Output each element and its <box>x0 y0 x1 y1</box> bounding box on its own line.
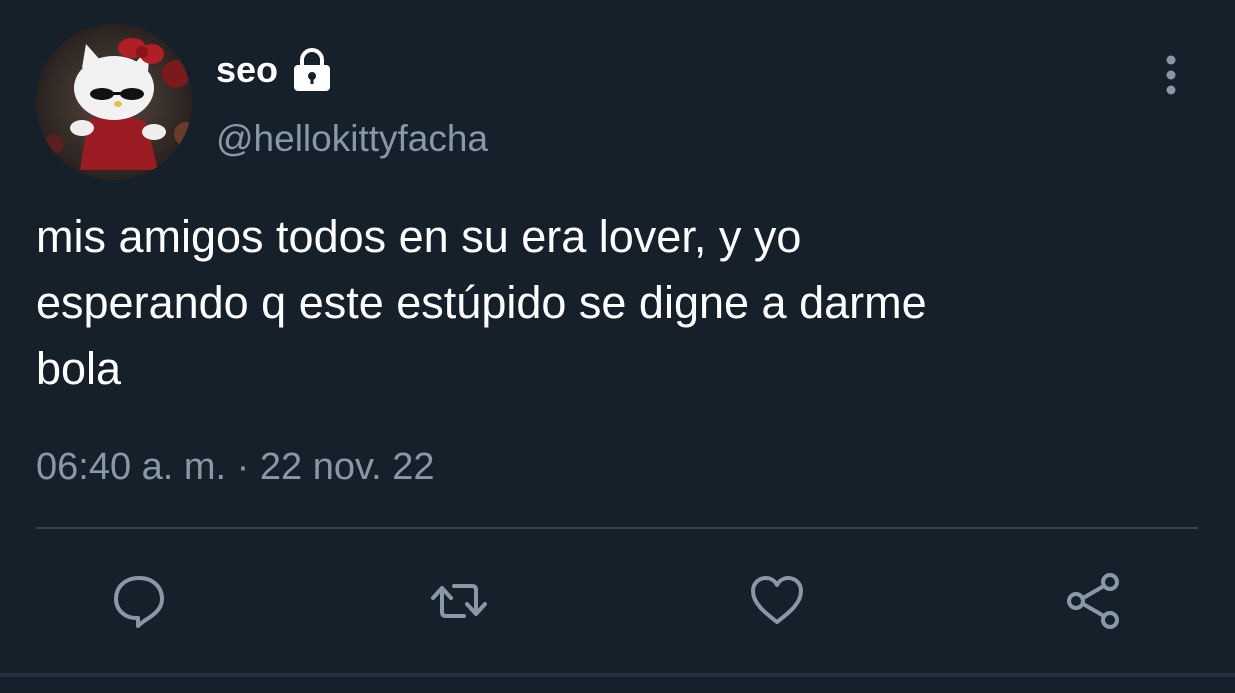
bottom-divider <box>0 673 1235 677</box>
display-name[interactable]: seo <box>216 49 278 91</box>
share-icon <box>1067 573 1119 629</box>
tweet-text: mis amigos todos en su era lover, y yo e… <box>36 211 927 394</box>
lock-icon <box>290 48 334 92</box>
retweet-icon <box>431 584 487 618</box>
display-name-row: seo <box>216 42 334 98</box>
retweet-button[interactable] <box>426 568 492 634</box>
heart-icon <box>751 576 803 624</box>
reply-button[interactable] <box>106 568 172 634</box>
share-button[interactable] <box>1062 568 1128 634</box>
reply-icon <box>114 576 164 628</box>
divider <box>36 527 1198 529</box>
more-vertical-icon <box>1166 55 1176 95</box>
hello-kitty-avatar-icon <box>36 24 192 180</box>
tweet-timestamp[interactable]: 06:40 a. m. · 22 nov. 22 <box>36 446 435 489</box>
avatar[interactable] <box>36 24 192 180</box>
like-button[interactable] <box>744 568 810 634</box>
user-handle[interactable]: @hellokittyfacha <box>216 118 488 160</box>
more-options-button[interactable] <box>1150 52 1192 98</box>
tweet-card: seo @hellokittyfacha mis amigos todos en… <box>0 0 1235 693</box>
